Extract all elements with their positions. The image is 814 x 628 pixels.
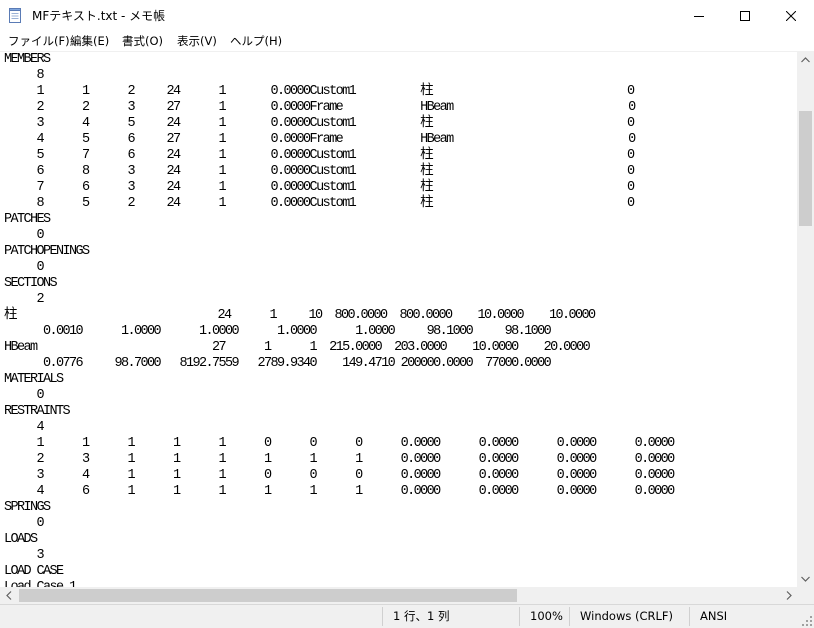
minimize-button[interactable]	[676, 0, 722, 31]
vertical-scrollbar[interactable]	[797, 51, 814, 587]
editor-content[interactable]: MEMBERS 8 1 1 2 24 1 0.0000Custom1 柱 0 2…	[4, 52, 676, 588]
scroll-down-button[interactable]	[797, 570, 814, 587]
editor-line[interactable]: 4	[4, 420, 45, 435]
editor-line[interactable]: 6 8 3 24 1 0.0000Custom1 柱 0	[4, 164, 636, 179]
close-button[interactable]	[768, 0, 814, 31]
zoom-level: 100%	[530, 609, 563, 623]
maximize-icon	[740, 10, 750, 21]
editor-line[interactable]: 2 2 3 27 1 0.0000Frame HBeam 0	[4, 100, 637, 115]
editor-line[interactable]: 3 4 1 1 1 0 0 0 0.0000 0.0000 0.0000 0.0…	[4, 468, 676, 483]
editor-line[interactable]: 7 6 3 24 1 0.0000Custom1 柱 0	[4, 180, 636, 195]
editor-line[interactable]: 1 1 1 1 1 0 0 0 0.0000 0.0000 0.0000 0.0…	[4, 436, 676, 451]
status-bar: 1 行、1 列 100% Windows (CRLF) ANSI	[0, 604, 814, 628]
scroll-right-icon	[786, 591, 792, 600]
menu-file[interactable]: ファイル(F)	[7, 33, 71, 49]
status-divider	[382, 607, 383, 626]
editor-line[interactable]: RESTRAINTS	[4, 404, 71, 419]
editor-line[interactable]: 5 7 6 24 1 0.0000Custom1 柱 0	[4, 148, 636, 163]
editor-line[interactable]: 3	[4, 548, 45, 563]
menu-view[interactable]: 表示(V)	[176, 33, 218, 49]
scroll-up-icon	[801, 56, 810, 62]
editor-line[interactable]: HBeam 27 1 1 215.0000 203.0000 10.0000 2…	[4, 340, 591, 355]
editor-line[interactable]: SPRINGS	[4, 500, 51, 515]
horizontal-scroll-thumb[interactable]	[19, 589, 517, 602]
vertical-scroll-thumb[interactable]	[799, 111, 812, 226]
minimize-icon	[694, 15, 704, 17]
maximize-button[interactable]	[722, 0, 768, 31]
editor-line[interactable]: PATCHES	[4, 212, 51, 227]
scroll-right-button[interactable]	[780, 587, 797, 604]
editor-line[interactable]: 0.0010 1.0000 1.0000 1.0000 1.0000 98.10…	[4, 324, 552, 339]
menu-bar: ファイル(F) 編集(E) 書式(O) 表示(V) ヘルプ(H)	[0, 31, 814, 51]
menu-help[interactable]: ヘルプ(H)	[229, 33, 283, 49]
line-ending: Windows (CRLF)	[580, 609, 674, 623]
scrollbar-corner	[797, 587, 814, 604]
editor-line[interactable]: 8 5 2 24 1 0.0000Custom1 柱 0	[4, 196, 636, 211]
horizontal-scrollbar[interactable]	[0, 587, 797, 604]
close-icon	[786, 10, 796, 21]
status-divider	[569, 607, 570, 626]
encoding: ANSI	[700, 609, 728, 623]
editor-line[interactable]: MEMBERS	[4, 52, 51, 67]
editor-line[interactable]: 1 1 2 24 1 0.0000Custom1 柱 0	[4, 84, 636, 99]
editor-line[interactable]: 0	[4, 388, 45, 403]
status-divider	[689, 607, 690, 626]
editor-line[interactable]: 0.0776 98.7000 8192.7559 2789.9340 149.4…	[4, 356, 552, 371]
scroll-up-button[interactable]	[797, 51, 814, 68]
cursor-position: 1 行、1 列	[393, 609, 450, 623]
editor-line[interactable]: 2	[4, 292, 45, 307]
editor-line[interactable]: SECTIONS	[4, 276, 58, 291]
editor-line[interactable]: 柱 24 1 10 800.0000 800.0000 10.0000 10.0…	[4, 308, 596, 323]
editor-line[interactable]: LOADS	[4, 532, 38, 547]
window-title: MFテキスト.txt - メモ帳	[32, 9, 166, 23]
resize-grip-icon[interactable]	[802, 616, 812, 626]
editor-line[interactable]: 4 6 1 1 1 1 1 1 0.0000 0.0000 0.0000 0.0…	[4, 484, 676, 499]
editor-line[interactable]: LOAD CASE	[4, 564, 64, 579]
status-divider	[519, 607, 520, 626]
editor-line[interactable]: 0	[4, 228, 45, 243]
title-bar[interactable]: MFテキスト.txt - メモ帳	[0, 0, 814, 31]
text-editor[interactable]: MEMBERS 8 1 1 2 24 1 0.0000Custom1 柱 0 2…	[0, 51, 797, 588]
editor-line[interactable]: 8	[4, 68, 45, 83]
editor-line[interactable]: MATERIALS	[4, 372, 64, 387]
scroll-left-icon	[5, 591, 11, 600]
editor-line[interactable]: 4 5 6 27 1 0.0000Frame HBeam 0	[4, 132, 637, 147]
editor-line[interactable]: 3 4 5 24 1 0.0000Custom1 柱 0	[4, 116, 636, 131]
editor-line[interactable]: 2 3 1 1 1 1 1 1 0.0000 0.0000 0.0000 0.0…	[4, 452, 676, 467]
menu-format[interactable]: 書式(O)	[121, 33, 164, 49]
editor-line[interactable]: PATCHOPENINGS	[4, 244, 90, 259]
scroll-left-button[interactable]	[0, 587, 17, 604]
scroll-down-icon	[801, 576, 810, 582]
notepad-icon	[9, 8, 21, 23]
editor-line[interactable]: 0	[4, 260, 45, 275]
menu-edit[interactable]: 編集(E)	[69, 33, 110, 49]
editor-line[interactable]: 0	[4, 516, 45, 531]
